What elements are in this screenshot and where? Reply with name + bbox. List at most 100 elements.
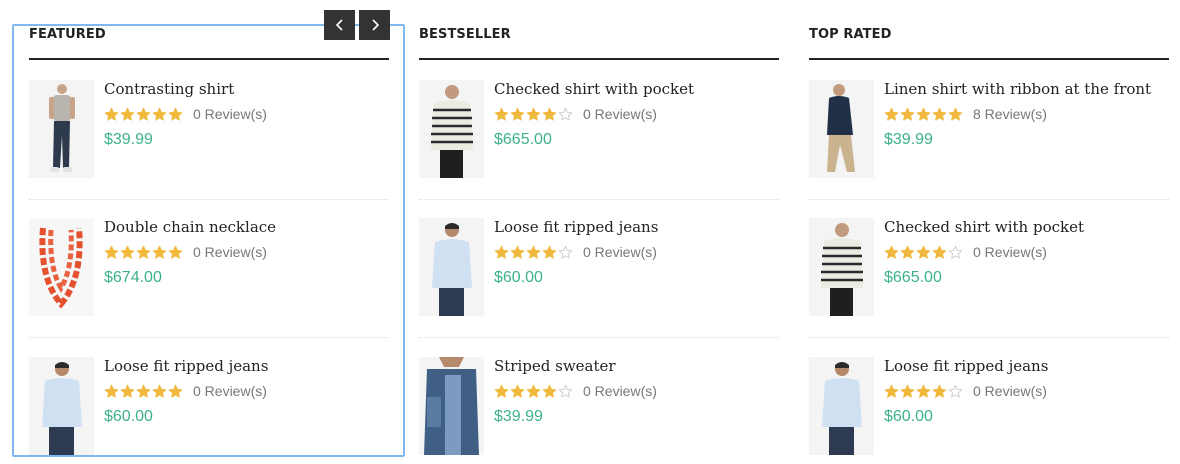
- featured-column: FEATURED Contrasting shirt 0 Review(s) $39…: [29, 0, 389, 464]
- star-icon: [558, 107, 573, 121]
- product-card[interactable]: Double chain necklace 0 Review(s) $674.00: [29, 218, 389, 338]
- product-image[interactable]: [29, 357, 94, 455]
- rating-stars: [494, 107, 573, 122]
- star-icon: [932, 384, 947, 398]
- star-icon: [948, 384, 963, 398]
- product-image[interactable]: [29, 80, 94, 178]
- star-icon: [542, 245, 557, 259]
- star-icon: [120, 384, 135, 398]
- product-price: $665.00: [494, 131, 552, 148]
- rating-stars: [494, 245, 573, 260]
- rating-stars: [104, 245, 183, 260]
- product-rating: 0 Review(s): [494, 106, 657, 122]
- product-card[interactable]: Loose fit ripped jeans 0 Review(s) $60.00: [29, 357, 389, 464]
- star-icon: [168, 107, 183, 121]
- star-icon: [932, 107, 947, 121]
- column-header: FEATURED: [29, 24, 389, 60]
- product-image[interactable]: [29, 218, 94, 316]
- product-rating: 0 Review(s): [104, 244, 267, 260]
- star-icon: [948, 107, 963, 121]
- star-icon: [884, 384, 899, 398]
- rating-stars: [884, 107, 963, 122]
- star-icon: [526, 107, 541, 121]
- product-card[interactable]: Checked shirt with pocket 0 Review(s) $665…: [419, 80, 779, 200]
- star-icon: [542, 107, 557, 121]
- product-image[interactable]: [419, 357, 484, 455]
- star-icon: [510, 107, 525, 121]
- rating-stars: [884, 384, 963, 399]
- review-count[interactable]: 0 Review(s): [583, 106, 657, 122]
- star-icon: [152, 107, 167, 121]
- product-rating: 8 Review(s): [884, 106, 1047, 122]
- review-count[interactable]: 0 Review(s): [193, 106, 267, 122]
- star-icon: [136, 384, 151, 398]
- product-name-link[interactable]: Loose fit ripped jeans: [104, 357, 389, 375]
- column-title: TOP RATED: [809, 27, 892, 42]
- product-name-link[interactable]: Loose fit ripped jeans: [884, 357, 1169, 375]
- product-card[interactable]: Checked shirt with pocket 0 Review(s) $665…: [809, 218, 1169, 338]
- product-card[interactable]: Striped sweater 0 Review(s) $39.99: [419, 357, 779, 464]
- product-image[interactable]: [809, 218, 874, 316]
- review-count[interactable]: 0 Review(s): [973, 244, 1047, 260]
- product-card[interactable]: Linen shirt with ribbon at the front 8 Re…: [809, 80, 1169, 200]
- product-card[interactable]: Loose fit ripped jeans 0 Review(s) $60.00: [419, 218, 779, 338]
- star-icon: [120, 245, 135, 259]
- star-icon: [558, 384, 573, 398]
- product-name-link[interactable]: Contrasting shirt: [104, 80, 389, 98]
- star-icon: [558, 245, 573, 259]
- star-icon: [884, 107, 899, 121]
- product-image[interactable]: [809, 357, 874, 455]
- star-icon: [932, 245, 947, 259]
- product-image[interactable]: [809, 80, 874, 178]
- product-price: $674.00: [104, 269, 162, 286]
- review-count[interactable]: 0 Review(s): [193, 383, 267, 399]
- top-rated-column: TOP RATED Linen shirt with ribbon at the…: [809, 0, 1169, 464]
- bestseller-column: BESTSELLER Checked shirt with pocket 0 Re…: [419, 0, 779, 464]
- product-image[interactable]: [419, 80, 484, 178]
- star-icon: [168, 384, 183, 398]
- star-icon: [916, 245, 931, 259]
- star-icon: [526, 245, 541, 259]
- product-name-link[interactable]: Linen shirt with ribbon at the front: [884, 80, 1169, 98]
- column-header: TOP RATED: [809, 24, 1169, 60]
- product-name-link[interactable]: Loose fit ripped jeans: [494, 218, 779, 236]
- star-icon: [900, 384, 915, 398]
- rating-stars: [104, 107, 183, 122]
- star-icon: [542, 384, 557, 398]
- star-icon: [136, 107, 151, 121]
- column-title: BESTSELLER: [419, 27, 511, 42]
- review-count[interactable]: 0 Review(s): [193, 244, 267, 260]
- product-name-link[interactable]: Double chain necklace: [104, 218, 389, 236]
- star-icon: [884, 245, 899, 259]
- star-icon: [152, 384, 167, 398]
- star-icon: [152, 245, 167, 259]
- star-icon: [948, 245, 963, 259]
- column-header: BESTSELLER: [419, 24, 779, 60]
- star-icon: [900, 107, 915, 121]
- product-rating: 0 Review(s): [104, 106, 267, 122]
- review-count[interactable]: 0 Review(s): [973, 383, 1047, 399]
- product-card[interactable]: Contrasting shirt 0 Review(s) $39.99: [29, 80, 389, 200]
- star-icon: [494, 245, 509, 259]
- product-image[interactable]: [419, 218, 484, 316]
- product-name-link[interactable]: Striped sweater: [494, 357, 779, 375]
- column-title: FEATURED: [29, 27, 106, 42]
- product-rating: 0 Review(s): [104, 383, 267, 399]
- product-rating: 0 Review(s): [884, 383, 1047, 399]
- star-icon: [900, 245, 915, 259]
- product-card[interactable]: Loose fit ripped jeans 0 Review(s) $60.00: [809, 357, 1169, 464]
- star-icon: [510, 245, 525, 259]
- review-count[interactable]: 8 Review(s): [973, 106, 1047, 122]
- product-rating: 0 Review(s): [884, 244, 1047, 260]
- product-rating: 0 Review(s): [494, 383, 657, 399]
- product-price: $60.00: [884, 408, 933, 425]
- product-price: $665.00: [884, 269, 942, 286]
- product-name-link[interactable]: Checked shirt with pocket: [494, 80, 779, 98]
- star-icon: [168, 245, 183, 259]
- review-count[interactable]: 0 Review(s): [583, 244, 657, 260]
- star-icon: [104, 107, 119, 121]
- star-icon: [510, 384, 525, 398]
- star-icon: [120, 107, 135, 121]
- product-name-link[interactable]: Checked shirt with pocket: [884, 218, 1169, 236]
- review-count[interactable]: 0 Review(s): [583, 383, 657, 399]
